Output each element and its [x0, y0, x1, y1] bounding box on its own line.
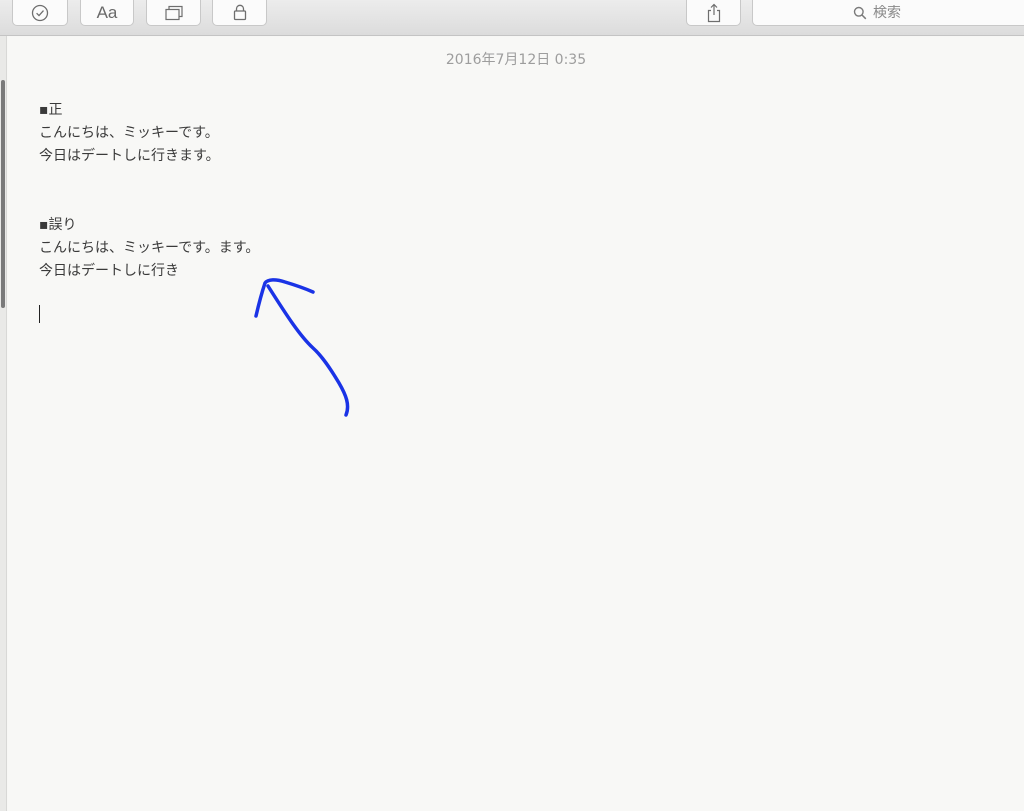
- annotation-arrow: [254, 278, 350, 417]
- annotation-arrow-shaft: [266, 284, 350, 417]
